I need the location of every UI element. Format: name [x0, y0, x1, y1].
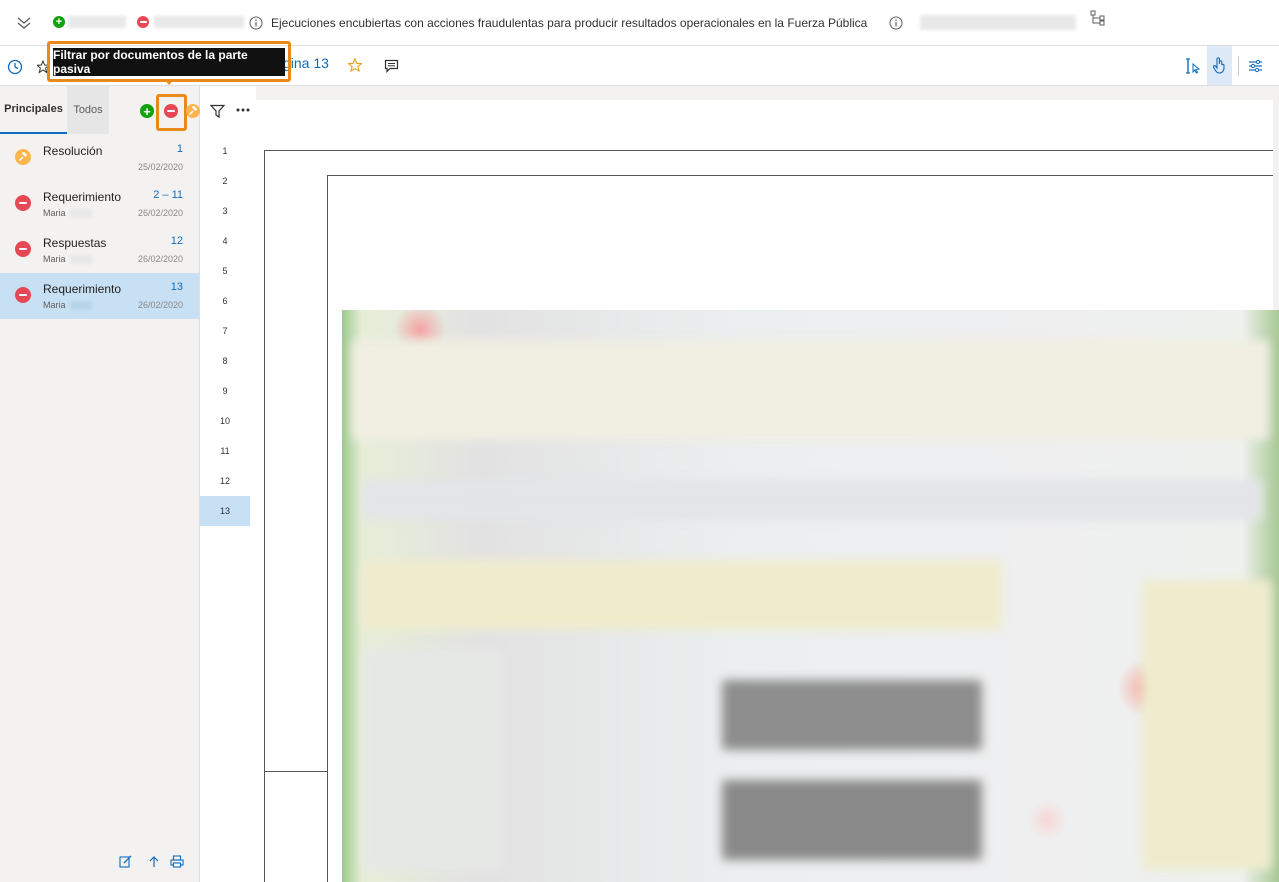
minus-icon [15, 195, 31, 211]
page-number[interactable]: 2 [200, 166, 250, 196]
page-border-line [264, 150, 1273, 151]
page-number[interactable]: 3 [200, 196, 250, 226]
toolbar-divider [1238, 56, 1239, 76]
gavel-icon[interactable] [186, 104, 200, 118]
edit-icon[interactable] [119, 855, 132, 868]
minus-icon [15, 241, 31, 257]
document-item-requerimiento-selected[interactable]: Requerimiento Maria 13 26/02/2020 [0, 273, 199, 319]
document-item-resolucion[interactable]: Resolución 1 25/02/2020 [0, 135, 199, 181]
parte-pasiva-name-redacted [154, 16, 244, 28]
parte-activa-name-redacted [68, 16, 126, 28]
filter-tooltip: Filtrar por documentos de la parte pasiv… [53, 48, 285, 76]
author-surname-redacted [70, 301, 92, 310]
tab-principales[interactable]: Principales [0, 86, 67, 134]
blurred-document-image [342, 310, 1279, 882]
document-date: 26/02/2020 [137, 208, 183, 218]
print-icon[interactable] [170, 855, 184, 868]
document-author: Maria [43, 300, 66, 310]
document-title: Resolución [43, 144, 103, 158]
page-number[interactable]: 1 [200, 136, 250, 166]
page-number[interactable]: 12 [200, 466, 250, 496]
document-date: 26/02/2020 [137, 254, 183, 264]
page-number[interactable]: 4 [200, 226, 250, 256]
settings-icon[interactable] [1248, 59, 1263, 73]
filter-icon[interactable] [210, 104, 225, 118]
page-number[interactable]: 11 [200, 436, 250, 466]
page-number[interactable]: 6 [200, 286, 250, 316]
page-border-line [327, 175, 328, 882]
tooltip-arrow [164, 79, 174, 85]
author-surname-redacted [70, 255, 92, 264]
hand-icon[interactable] [1212, 56, 1227, 74]
document-item-requerimiento[interactable]: Requerimiento Maria 2 – 11 26/02/2020 [0, 181, 199, 227]
chevron-down-icon[interactable] [16, 16, 32, 30]
document-title: Requerimiento [43, 190, 122, 204]
document-title: Respuestas [43, 236, 107, 250]
page-number[interactable]: 8 [200, 346, 250, 376]
author-surname-redacted [70, 209, 92, 218]
page-number[interactable]: 7 [200, 316, 250, 346]
document-author: Maria [43, 254, 66, 264]
document-pages: 1 [176, 143, 183, 155]
gavel-icon [15, 149, 31, 165]
document-pages: 13 [170, 281, 183, 293]
document-item-respuestas[interactable]: Respuestas Maria 12 26/02/2020 [0, 227, 199, 273]
parte-pasiva-minus-icon [137, 16, 149, 28]
info-icon[interactable] [889, 16, 903, 30]
document-pages: 2 – 11 [153, 189, 183, 201]
page-border-line [327, 175, 1273, 176]
page-border-line [264, 150, 265, 882]
document-date: 25/02/2020 [137, 162, 183, 172]
select-text-icon[interactable] [1185, 57, 1201, 75]
document-pages: 12 [170, 235, 183, 247]
case-id-redacted [920, 15, 1076, 30]
info-icon[interactable] [249, 16, 263, 30]
parte-activa-plus-icon: + [53, 16, 65, 28]
minus-icon [15, 287, 31, 303]
more-icon[interactable] [236, 108, 250, 112]
comment-icon[interactable] [384, 59, 399, 73]
page-number[interactable]: 5 [200, 256, 250, 286]
page-border-line [264, 771, 327, 772]
clock-icon[interactable] [7, 59, 23, 75]
document-author: Maria [43, 208, 66, 218]
favorite-star-icon[interactable] [348, 58, 362, 72]
document-title: Requerimiento [43, 282, 122, 296]
case-title: Ejecuciones encubiertas con acciones fra… [271, 16, 868, 30]
page-number[interactable]: 10 [200, 406, 250, 436]
tab-todos[interactable]: Todos [67, 86, 109, 134]
page-number[interactable]: 9 [200, 376, 250, 406]
hierarchy-icon[interactable] [1090, 10, 1106, 26]
upload-icon[interactable] [148, 855, 160, 868]
filter-activa-plus-icon[interactable]: + [140, 104, 154, 118]
page-number-selected[interactable]: 13 [200, 496, 250, 526]
document-date: 26/02/2020 [137, 300, 183, 310]
highlight-frame [156, 94, 187, 131]
